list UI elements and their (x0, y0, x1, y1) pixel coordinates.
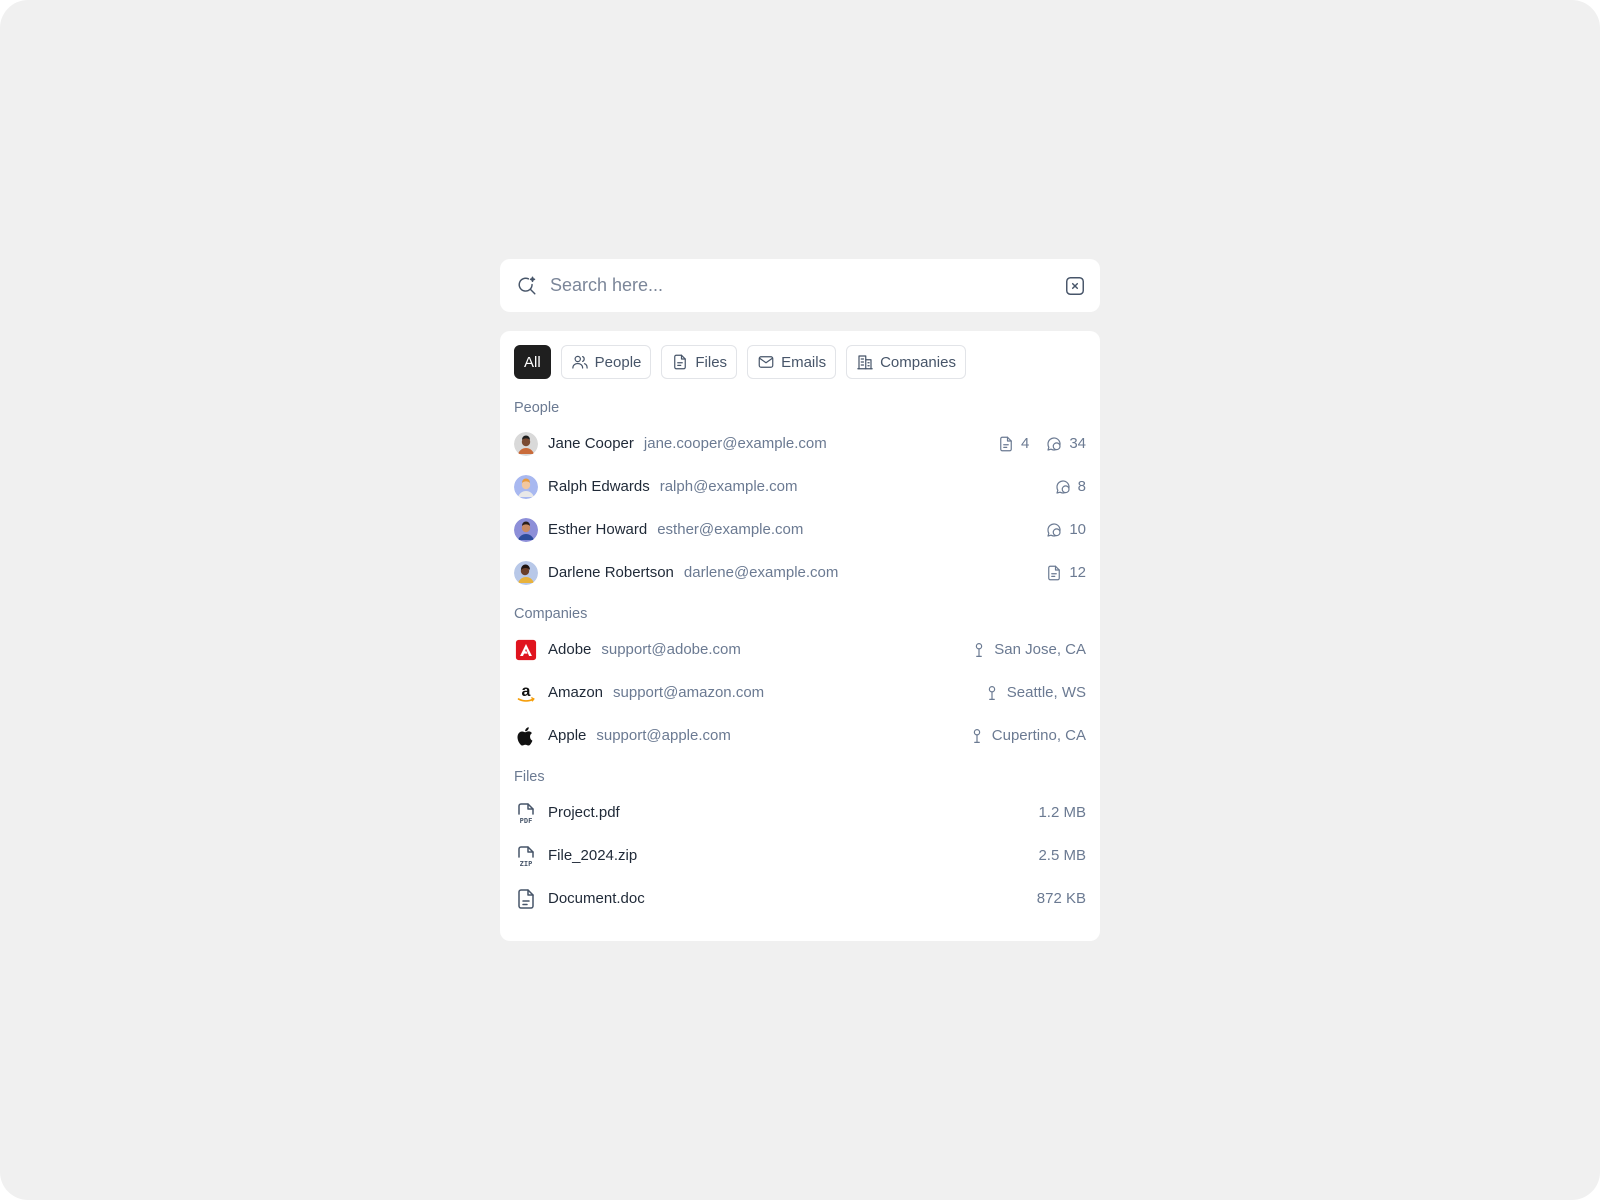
building-icon (857, 355, 873, 370)
file-name: Document.doc (548, 890, 645, 907)
avatar (514, 474, 538, 499)
list-item-company[interactable]: Adobe support@adobe.com San Jose, CA (514, 628, 1086, 671)
section-label-people: People (514, 400, 560, 416)
company-name: Apple (548, 727, 587, 744)
tab-companies[interactable]: Companies (846, 345, 966, 379)
file-icon (1048, 565, 1061, 580)
person-name: Darlene Robertson (548, 564, 674, 581)
svg-text:PDF: PDF (520, 817, 533, 825)
message-count: 10 (1069, 521, 1086, 538)
person-name: Ralph Edwards (548, 478, 650, 495)
company-email: support@adobe.com (601, 641, 741, 658)
location-pin-icon (976, 642, 983, 657)
company-name: Adobe (548, 641, 592, 658)
list-item-company[interactable]: a Amazon support@amazon.com Seattle, WS (514, 671, 1086, 714)
close-square-icon (1066, 276, 1084, 295)
pdf-file-icon: PDF (514, 801, 538, 825)
file-size: 1.2 MB (1038, 804, 1086, 821)
person-email: esther@example.com (657, 521, 804, 538)
tab-label: Files (695, 353, 728, 371)
section-label-companies: Companies (514, 606, 588, 622)
section-label-files: Files (514, 769, 545, 785)
search-bar (500, 259, 1100, 312)
ai-search-icon (516, 275, 538, 297)
company-location: San Jose, CA (994, 641, 1086, 658)
apple-logo-icon (514, 724, 538, 748)
list-item-company[interactable]: Apple support@apple.com Cupertino, CA (514, 714, 1086, 757)
list-item-person[interactable]: Darlene Robertson darlene@example.com 12 (514, 551, 1086, 594)
list-item-file[interactable]: Document.doc 872 KB (514, 877, 1086, 920)
company-email: support@amazon.com (613, 684, 765, 701)
company-name: Amazon (548, 684, 604, 701)
company-email: support@apple.com (596, 727, 731, 744)
avatar (514, 431, 538, 456)
results-panel: All People Files Emails Companies People… (500, 331, 1100, 941)
list-item-person[interactable]: Jane Cooper jane.cooper@example.com 4 34 (514, 422, 1086, 465)
tab-all[interactable]: All (514, 345, 551, 379)
person-name: Esther Howard (548, 521, 648, 538)
file-name: File_2024.zip (548, 847, 638, 864)
avatar (514, 517, 538, 542)
list-item-file[interactable]: PDF Project.pdf 1.2 MB (514, 791, 1086, 834)
tab-label: People (594, 353, 642, 371)
file-count: 4 (1020, 435, 1030, 452)
chat-icon (1047, 436, 1061, 451)
file-count: 12 (1069, 564, 1086, 581)
tab-label: Companies (880, 353, 956, 371)
location-pin-icon (988, 685, 996, 700)
svg-text:ZIP: ZIP (520, 860, 533, 868)
avatar (514, 560, 538, 585)
person-email: darlene@example.com (683, 564, 839, 581)
person-email: ralph@example.com (659, 478, 798, 495)
users-icon (571, 355, 588, 369)
list-item-person[interactable]: Ralph Edwards ralph@example.com 8 (514, 465, 1086, 508)
tab-emails[interactable]: Emails (747, 345, 837, 379)
tab-people[interactable]: People (560, 345, 652, 379)
search-input[interactable] (550, 275, 1064, 296)
zip-file-icon: ZIP (514, 844, 538, 868)
amazon-logo-icon: a (514, 681, 538, 705)
message-count: 34 (1069, 435, 1086, 452)
tab-label: All (524, 353, 541, 371)
chat-icon (1056, 479, 1070, 494)
list-item-file[interactable]: ZIP File_2024.zip 2.5 MB (514, 834, 1086, 877)
page-background: All People Files Emails (0, 0, 1600, 1200)
tab-label: Emails (781, 353, 827, 371)
company-location: Seattle, WS (1006, 684, 1086, 701)
file-name: Project.pdf (548, 804, 620, 821)
person-email: jane.cooper@example.com (643, 435, 827, 452)
file-size: 2.5 MB (1038, 847, 1086, 864)
svg-text:a: a (522, 683, 531, 700)
list-item-person[interactable]: Esther Howard esther@example.com 10 (514, 508, 1086, 551)
file-size: 872 KB (1036, 890, 1086, 907)
person-name: Jane Cooper (548, 435, 634, 452)
adobe-logo-icon (514, 638, 538, 662)
location-pin-icon (973, 728, 981, 743)
company-location: Cupertino, CA (991, 727, 1086, 744)
chat-icon (1047, 522, 1061, 537)
mail-icon (758, 356, 774, 368)
file-icon (1000, 436, 1012, 451)
clear-search-button[interactable] (1064, 275, 1086, 297)
tab-files[interactable]: Files (661, 345, 738, 379)
file-icon (674, 354, 687, 370)
filter-tabs: All People Files Emails Companies (514, 345, 1086, 379)
doc-file-icon (514, 887, 538, 911)
message-count: 8 (1077, 478, 1086, 495)
